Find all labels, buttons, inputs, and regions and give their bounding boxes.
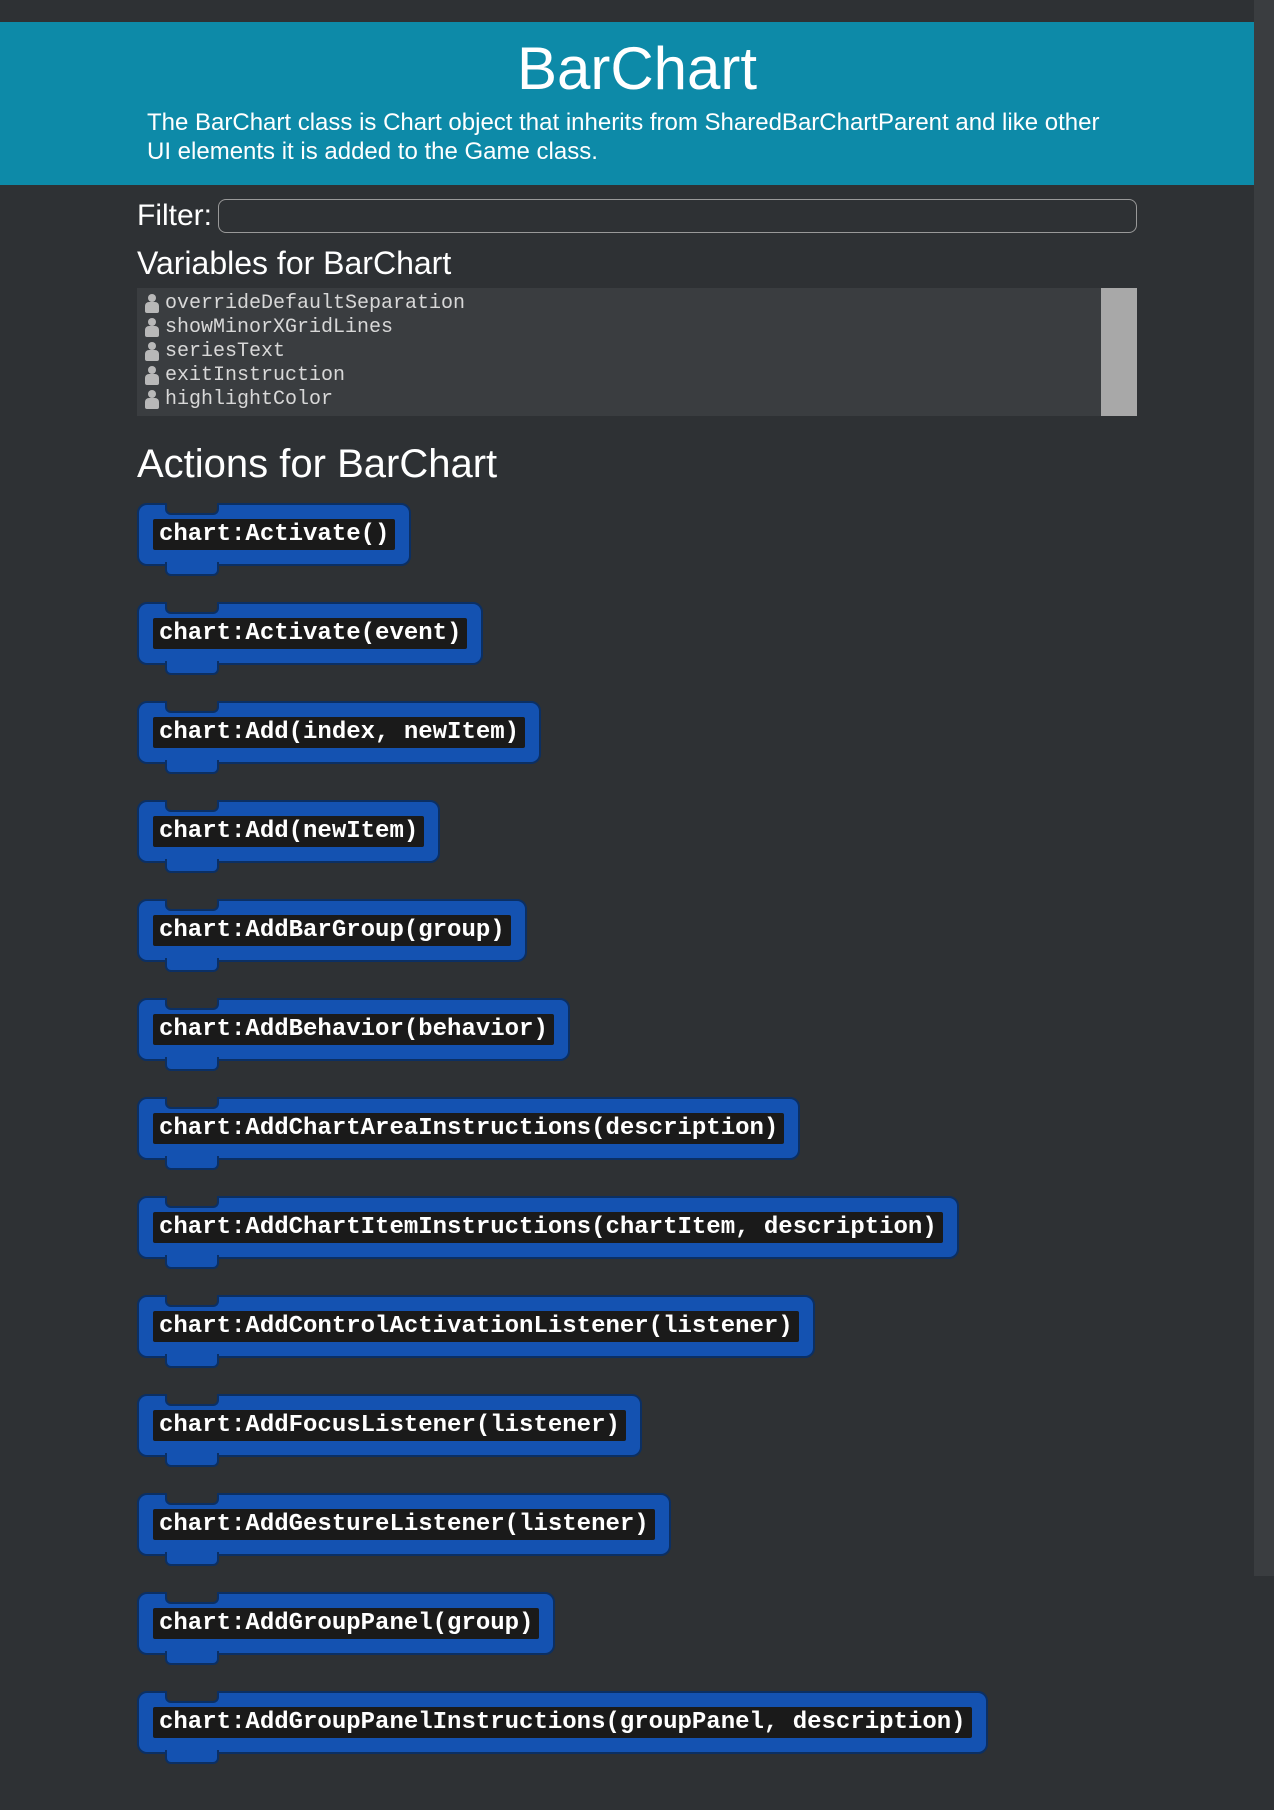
member-icon (143, 390, 161, 410)
variable-item[interactable]: seriesText (143, 340, 1137, 364)
action-signature: chart:AddChartAreaInstructions(descripti… (153, 1113, 784, 1144)
variable-item[interactable]: overrideDefaultSeparation (143, 292, 1137, 316)
action-block[interactable]: chart:Activate() (137, 503, 411, 566)
action-signature: chart:AddGestureListener(listener) (153, 1509, 655, 1540)
page-title: BarChart (0, 34, 1274, 103)
window-topbar (0, 0, 1274, 22)
action-block[interactable]: chart:AddChartAreaInstructions(descripti… (137, 1097, 800, 1160)
action-block[interactable]: chart:AddBehavior(behavior) (137, 998, 570, 1061)
actions-heading: Actions for BarChart (137, 442, 1137, 487)
action-signature: chart:AddChartItemInstructions(chartItem… (153, 1212, 943, 1243)
action-signature: chart:AddGroupPanel(group) (153, 1608, 539, 1639)
action-signature: chart:Activate(event) (153, 618, 467, 649)
action-signature: chart:AddBehavior(behavior) (153, 1014, 554, 1045)
action-block[interactable]: chart:Add(index, newItem) (137, 701, 541, 764)
action-signature: chart:AddGroupPanelInstructions(groupPan… (153, 1707, 972, 1738)
action-signature: chart:AddControlActivationListener(liste… (153, 1311, 799, 1342)
action-signature: chart:AddBarGroup(group) (153, 915, 511, 946)
action-block[interactable]: chart:AddChartItemInstructions(chartItem… (137, 1196, 959, 1259)
variable-item[interactable]: showMinorXGridLines (143, 316, 1137, 340)
variable-name: showMinorXGridLines (165, 316, 393, 340)
action-signature: chart:Add(index, newItem) (153, 717, 525, 748)
variables-list: overrideDefaultSeparation showMinorXGrid… (137, 288, 1137, 416)
action-block[interactable]: chart:AddBarGroup(group) (137, 899, 527, 962)
member-icon (143, 342, 161, 362)
main-content: Filter: Variables for BarChart overrideD… (127, 185, 1147, 1810)
variable-name: highlightColor (165, 388, 333, 412)
action-block[interactable]: chart:AddGroupPanelInstructions(groupPan… (137, 1691, 988, 1754)
variable-name: overrideDefaultSeparation (165, 292, 465, 316)
action-signature: chart:AddFocusListener(listener) (153, 1410, 626, 1441)
page-header: BarChart The BarChart class is Chart obj… (0, 22, 1274, 185)
variables-scrollbar[interactable] (1101, 288, 1137, 416)
variable-name: exitInstruction (165, 364, 345, 388)
variable-item[interactable]: exitInstruction (143, 364, 1137, 388)
filter-input[interactable] (218, 199, 1137, 233)
action-block[interactable]: chart:AddGroupPanel(group) (137, 1592, 555, 1655)
variable-name: seriesText (165, 340, 285, 364)
action-block[interactable]: chart:AddControlActivationListener(liste… (137, 1295, 815, 1358)
page-scrollbar[interactable] (1254, 0, 1274, 1576)
action-signature: chart:Activate() (153, 519, 395, 550)
action-block[interactable]: chart:AddFocusListener(listener) (137, 1394, 642, 1457)
action-signature: chart:Add(newItem) (153, 816, 424, 847)
member-icon (143, 366, 161, 386)
action-block[interactable]: chart:AddGestureListener(listener) (137, 1493, 671, 1556)
filter-label: Filter: (137, 199, 212, 233)
action-block[interactable]: chart:Add(newItem) (137, 800, 440, 863)
page-description: The BarChart class is Chart object that … (137, 109, 1137, 167)
variable-item[interactable]: highlightColor (143, 388, 1137, 412)
member-icon (143, 294, 161, 314)
member-icon (143, 318, 161, 338)
variables-heading: Variables for BarChart (137, 245, 1137, 282)
filter-row: Filter: (137, 199, 1137, 233)
action-block[interactable]: chart:Activate(event) (137, 602, 483, 665)
